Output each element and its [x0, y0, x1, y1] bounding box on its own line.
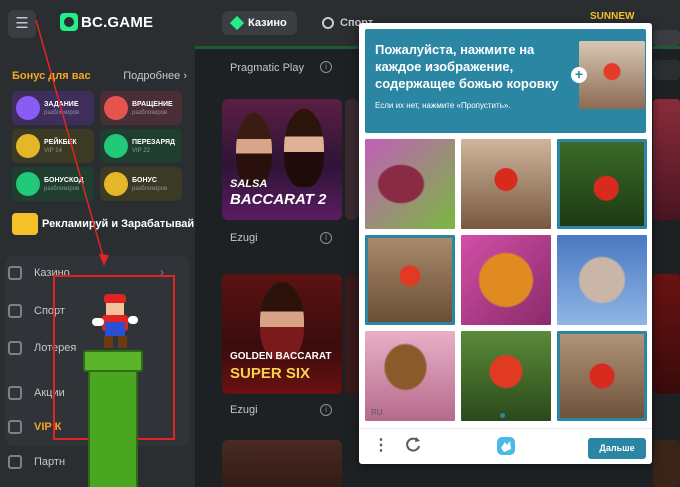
captcha-header: Пожалуйста, нажмите на каждое изображени… [365, 29, 646, 133]
captcha-tile-selected[interactable] [557, 139, 647, 229]
captcha-tile[interactable] [461, 235, 551, 325]
page-indicator-dot [500, 413, 505, 418]
captcha-tile-selected[interactable] [557, 331, 647, 421]
pipe-image [88, 370, 138, 487]
captcha-tile[interactable] [365, 139, 455, 229]
captcha-example-image [579, 41, 645, 109]
pipe-top-image [83, 350, 143, 372]
captcha-hint: Если их нет, нажмите «Пропустить». [375, 101, 511, 110]
captcha-footer: ⋮ Дальше [359, 428, 652, 464]
arrow-line [35, 19, 105, 261]
next-button[interactable]: Дальше [588, 438, 646, 459]
hcaptcha-logo-icon[interactable] [495, 435, 517, 457]
language-selector[interactable]: RU [371, 408, 383, 417]
captcha-tile-selected[interactable] [365, 235, 455, 325]
plumber-character-image [92, 294, 138, 348]
page: ☰ BC.GAME Бонус для вас Подробнее › ЗАДА… [0, 0, 680, 487]
captcha-tile[interactable] [461, 139, 551, 229]
captcha-prompt: Пожалуйста, нажмите на каждое изображени… [375, 42, 559, 91]
more-options-icon[interactable]: ⋮ [373, 438, 389, 454]
captcha-tile[interactable] [461, 331, 551, 421]
captcha-dialog: Пожалуйста, нажмите на каждое изображени… [359, 23, 652, 464]
plus-icon: + [571, 67, 587, 83]
refresh-icon[interactable] [403, 435, 423, 455]
captcha-tile[interactable] [557, 235, 647, 325]
arrow-head [99, 254, 109, 266]
captcha-image-grid [365, 139, 647, 421]
